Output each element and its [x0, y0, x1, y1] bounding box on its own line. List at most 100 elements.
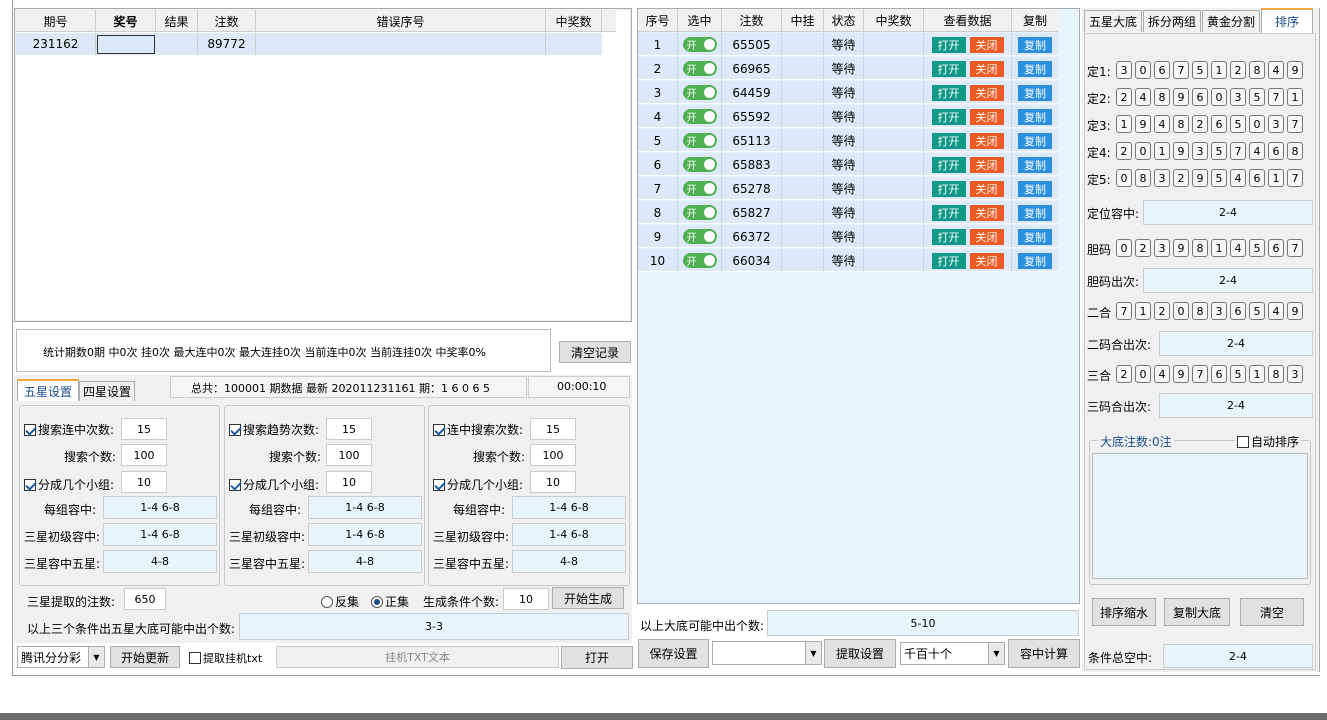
col-view[interactable]: 查看数据	[924, 9, 1012, 32]
col-count[interactable]: 注数	[198, 10, 256, 32]
table-row[interactable]: 1 开 65505 等待 打开 关闭 复制	[638, 33, 1058, 56]
table-row[interactable]: 2 开 66965 等待 打开 关闭 复制	[638, 57, 1058, 80]
copy-row-button[interactable]: 复制	[1018, 84, 1052, 101]
group-1-r2-val[interactable]: 1-4 6-8	[103, 523, 217, 546]
digit-button[interactable]: 2	[1135, 239, 1151, 257]
group-2-val1[interactable]: 15	[326, 418, 372, 440]
digit-button[interactable]: 9	[1287, 61, 1303, 79]
close-data-button[interactable]: 关闭	[969, 132, 1004, 149]
digit-button[interactable]: 0	[1211, 88, 1227, 106]
sort-shrink-button[interactable]: 排序缩水	[1092, 598, 1156, 626]
digit-button[interactable]: 0	[1135, 142, 1151, 160]
copy-row-button[interactable]: 复制	[1018, 60, 1052, 77]
copy-row-button[interactable]: 复制	[1018, 228, 1052, 245]
chevron-down-icon[interactable]: ▼	[88, 647, 104, 667]
digit-button[interactable]: 2	[1230, 61, 1246, 79]
close-data-button[interactable]: 关闭	[969, 180, 1004, 197]
digit-button[interactable]: 7	[1173, 61, 1189, 79]
col-draw[interactable]: 奖号	[96, 10, 156, 32]
digit-button[interactable]: 2	[1192, 115, 1208, 133]
digit-button[interactable]: 9	[1173, 142, 1189, 160]
checkbox-icon[interactable]	[433, 479, 445, 491]
cond-value[interactable]: 10	[503, 588, 549, 610]
tab-sort[interactable]: 排序	[1261, 8, 1313, 33]
copy-row-button[interactable]: 复制	[1018, 36, 1052, 53]
digit-button[interactable]: 4	[1249, 142, 1265, 160]
checkbox-icon[interactable]	[24, 424, 36, 436]
toggle-switch[interactable]: 开	[682, 253, 717, 268]
digit-button[interactable]: 3	[1268, 115, 1284, 133]
toggle-switch[interactable]: 开	[682, 229, 717, 244]
digit-button[interactable]: 5	[1211, 142, 1227, 160]
save-settings-button[interactable]: 保存设置	[638, 639, 709, 668]
row-toggle[interactable]: 开	[678, 33, 722, 56]
group-3-check1[interactable]: 连中搜索次数:	[433, 421, 523, 438]
digit-button[interactable]: 7	[1287, 115, 1303, 133]
digit-button[interactable]: 5	[1249, 302, 1265, 320]
open-data-button[interactable]: 打开	[931, 108, 966, 125]
tab-five-star-base[interactable]: 五星大底	[1084, 10, 1142, 32]
group-2-r3-val[interactable]: 4-8	[308, 550, 422, 573]
radio-inverse[interactable]: 反集	[321, 593, 359, 610]
copy-row-button[interactable]: 复制	[1018, 180, 1052, 197]
group-3-r2-val[interactable]: 1-4 6-8	[512, 523, 626, 546]
digit-button[interactable]: 9	[1173, 239, 1189, 257]
close-data-button[interactable]: 关闭	[969, 108, 1004, 125]
digit-button[interactable]: 4	[1135, 88, 1151, 106]
calc-button[interactable]: 容中计算	[1008, 639, 1080, 668]
toggle-switch[interactable]: 开	[682, 37, 717, 52]
open-data-button[interactable]: 打开	[931, 36, 966, 53]
group-2-val2[interactable]: 100	[326, 444, 372, 466]
digit-button[interactable]: 5	[1192, 61, 1208, 79]
checkbox-icon[interactable]	[433, 424, 445, 436]
digit-button[interactable]: 5	[1230, 365, 1246, 383]
table-row[interactable]: 7 开 65278 等待 打开 关闭 复制	[638, 177, 1058, 200]
digit-button[interactable]: 0	[1173, 302, 1189, 320]
open-data-button[interactable]: 打开	[931, 84, 966, 101]
digit-button[interactable]: 1	[1287, 88, 1303, 106]
group-2-r2-val[interactable]: 1-4 6-8	[308, 523, 422, 546]
digit-button[interactable]: 3	[1154, 239, 1170, 257]
start-update-button[interactable]: 开始更新	[110, 646, 180, 668]
digit-button[interactable]: 4	[1268, 61, 1284, 79]
digit-button[interactable]: 8	[1268, 365, 1284, 383]
digit-button[interactable]: 3	[1116, 61, 1132, 79]
checkbox-icon[interactable]	[1237, 436, 1249, 448]
digit-button[interactable]: 0	[1249, 115, 1265, 133]
group-1-r1-val[interactable]: 1-4 6-8	[103, 496, 217, 519]
digit-button[interactable]: 0	[1116, 169, 1132, 187]
group-3-r3-val[interactable]: 4-8	[512, 550, 626, 573]
pos-hit-value[interactable]: 2-4	[1143, 200, 1313, 225]
digit-button[interactable]: 3	[1230, 88, 1246, 106]
chevron-down-icon[interactable]: ▼	[805, 642, 821, 664]
checkbox-icon[interactable]	[229, 479, 241, 491]
digit-button[interactable]: 1	[1268, 169, 1284, 187]
dadi-textarea[interactable]	[1092, 453, 1308, 579]
digit-button[interactable]: 6	[1268, 239, 1284, 257]
auto-sort-check[interactable]: 自动排序	[1235, 433, 1302, 450]
clear-record-button[interactable]: 清空记录	[559, 341, 631, 363]
digit-button[interactable]: 5	[1249, 88, 1265, 106]
digit-button[interactable]: 8	[1173, 115, 1189, 133]
digit-button[interactable]: 2	[1154, 302, 1170, 320]
copy-row-button[interactable]: 复制	[1018, 156, 1052, 173]
digit-button[interactable]: 9	[1192, 169, 1208, 187]
dan-hit-value[interactable]: 2-4	[1143, 268, 1313, 293]
chevron-down-icon[interactable]: ▼	[988, 643, 1004, 664]
tab-four-star-settings[interactable]: 四星设置	[79, 381, 135, 401]
digit-button[interactable]: 4	[1154, 115, 1170, 133]
digit-button[interactable]: 1	[1211, 239, 1227, 257]
col-status[interactable]: 状态	[824, 9, 864, 32]
digit-button[interactable]: 7	[1287, 169, 1303, 187]
digit-button[interactable]: 8	[1154, 88, 1170, 106]
digit-button[interactable]: 2	[1116, 142, 1132, 160]
tab-five-star-settings[interactable]: 五星设置	[17, 379, 79, 401]
digit-button[interactable]: 4	[1230, 239, 1246, 257]
group-1-check1[interactable]: 搜索连中次数:	[24, 421, 114, 438]
row-toggle[interactable]: 开	[678, 249, 722, 272]
generate-button[interactable]: 开始生成	[552, 587, 624, 609]
open-data-button[interactable]: 打开	[931, 60, 966, 77]
copy-row-button[interactable]: 复制	[1018, 204, 1052, 221]
three-hit-value[interactable]: 2-4	[1159, 393, 1313, 418]
table-row[interactable]: 8 开 65827 等待 打开 关闭 复制	[638, 201, 1058, 224]
